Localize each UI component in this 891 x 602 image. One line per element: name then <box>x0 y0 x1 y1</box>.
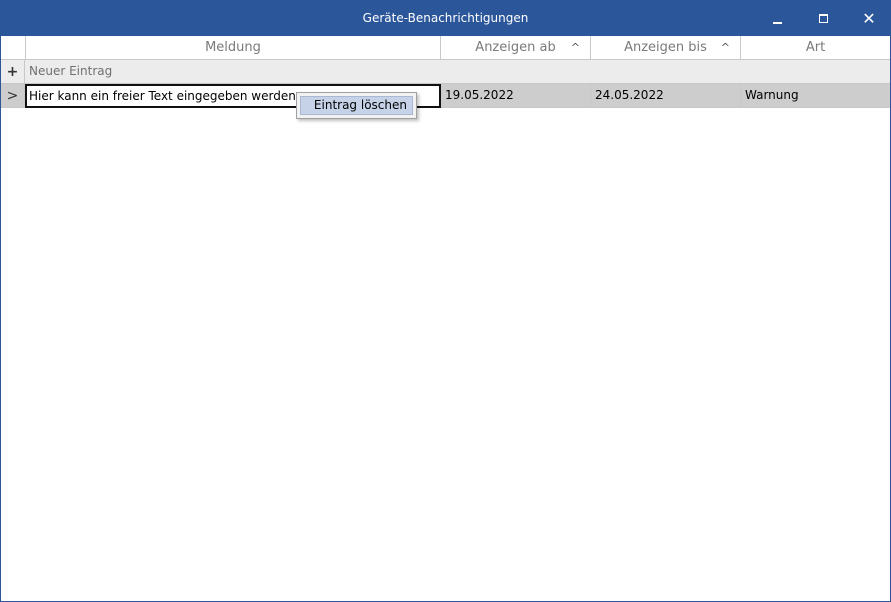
header-corner <box>1 36 26 60</box>
column-header-anzeigen-ab[interactable]: Anzeigen ab ^ <box>441 36 591 60</box>
close-icon: ✕ <box>862 8 876 28</box>
cell-art[interactable]: Warnung <box>741 84 890 108</box>
cell-anzeigen-bis[interactable]: 24.05.2022 <box>591 84 741 108</box>
sort-ascending-icon: ^ <box>570 41 580 54</box>
close-button[interactable]: ✕ <box>846 1 891 36</box>
new-entry-row[interactable]: + Neuer Eintrag <box>1 60 890 84</box>
current-row-indicator-icon: > <box>1 84 25 108</box>
column-header-label: Anzeigen ab <box>475 40 556 55</box>
delete-entry-menu-item[interactable]: Eintrag löschen <box>300 96 413 115</box>
column-header-meldung[interactable]: Meldung <box>26 36 441 60</box>
minimize-icon <box>772 21 782 24</box>
column-header-art[interactable]: Art <box>741 36 890 60</box>
add-row-icon: + <box>1 60 25 84</box>
column-header-label: Meldung <box>205 40 261 55</box>
maximize-icon <box>818 14 828 23</box>
sort-ascending-icon: ^ <box>720 41 730 54</box>
table-row[interactable]: > Hier kann ein freier Text eingegeben w… <box>1 84 890 108</box>
new-entry-placeholder[interactable]: Neuer Eintrag <box>25 60 890 84</box>
context-menu: Eintrag löschen <box>296 92 417 119</box>
column-header-anzeigen-bis[interactable]: Anzeigen bis ^ <box>591 36 741 60</box>
title-bar[interactable]: Geräte-Benachrichtigungen ✕ <box>1 1 890 36</box>
notifications-window: Geräte-Benachrichtigungen ✕ Meldung Anze… <box>0 0 891 602</box>
column-header-label: Anzeigen bis <box>624 40 707 55</box>
minimize-button[interactable] <box>754 1 800 36</box>
cell-anzeigen-ab[interactable]: 19.05.2022 <box>441 84 591 108</box>
maximize-button[interactable] <box>800 1 846 36</box>
column-header-label: Art <box>805 40 826 55</box>
